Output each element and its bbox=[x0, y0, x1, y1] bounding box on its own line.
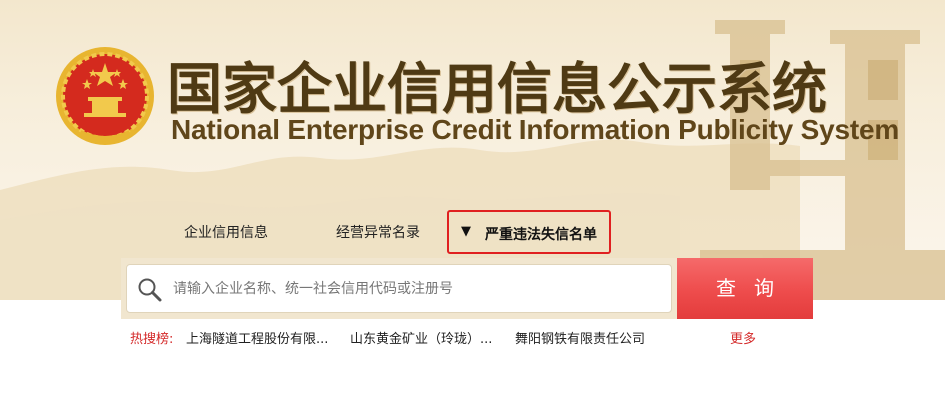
search-button[interactable]: 查询 bbox=[677, 258, 813, 319]
tab-label: 严重违法失信名单 bbox=[485, 227, 597, 243]
hot-search-bar: 热搜榜: 上海隧道工程股份有限... 山东黄金矿业（玲珑）... 舞阳钢铁有限责… bbox=[0, 328, 945, 348]
search-bar: 查询 bbox=[121, 258, 813, 319]
national-emblem-icon bbox=[56, 47, 154, 145]
page-title: 国家企业信用信息公示系统 bbox=[167, 57, 828, 121]
tab-serious-violation-list[interactable]: ▼ 严重违法失信名单 bbox=[447, 210, 611, 254]
search-category-tabs: 企业信用信息 经营异常名录 ▼ 严重违法失信名单 bbox=[0, 210, 945, 254]
search-field bbox=[126, 264, 672, 313]
more-link[interactable]: 更多 bbox=[730, 328, 756, 347]
search-icon bbox=[138, 278, 162, 302]
page-subtitle: National Enterprise Credit Information P… bbox=[171, 114, 900, 145]
header-banner: 国家企业信用信息公示系统 National Enterprise Credit … bbox=[0, 0, 945, 300]
tab-enterprise-credit-info[interactable]: 企业信用信息 bbox=[184, 222, 268, 242]
hot-search-item[interactable]: 上海隧道工程股份有限... bbox=[186, 328, 328, 347]
triangle-down-icon: ▼ bbox=[461, 224, 471, 239]
tab-abnormal-operation-list[interactable]: 经营异常名录 bbox=[336, 222, 420, 242]
hot-search-label: 热搜榜: bbox=[130, 332, 174, 347]
search-input[interactable] bbox=[173, 265, 663, 312]
hot-search-item[interactable]: 山东黄金矿业（玲珑）... bbox=[350, 328, 492, 347]
hot-search-item[interactable]: 舞阳钢铁有限责任公司 bbox=[515, 328, 645, 347]
